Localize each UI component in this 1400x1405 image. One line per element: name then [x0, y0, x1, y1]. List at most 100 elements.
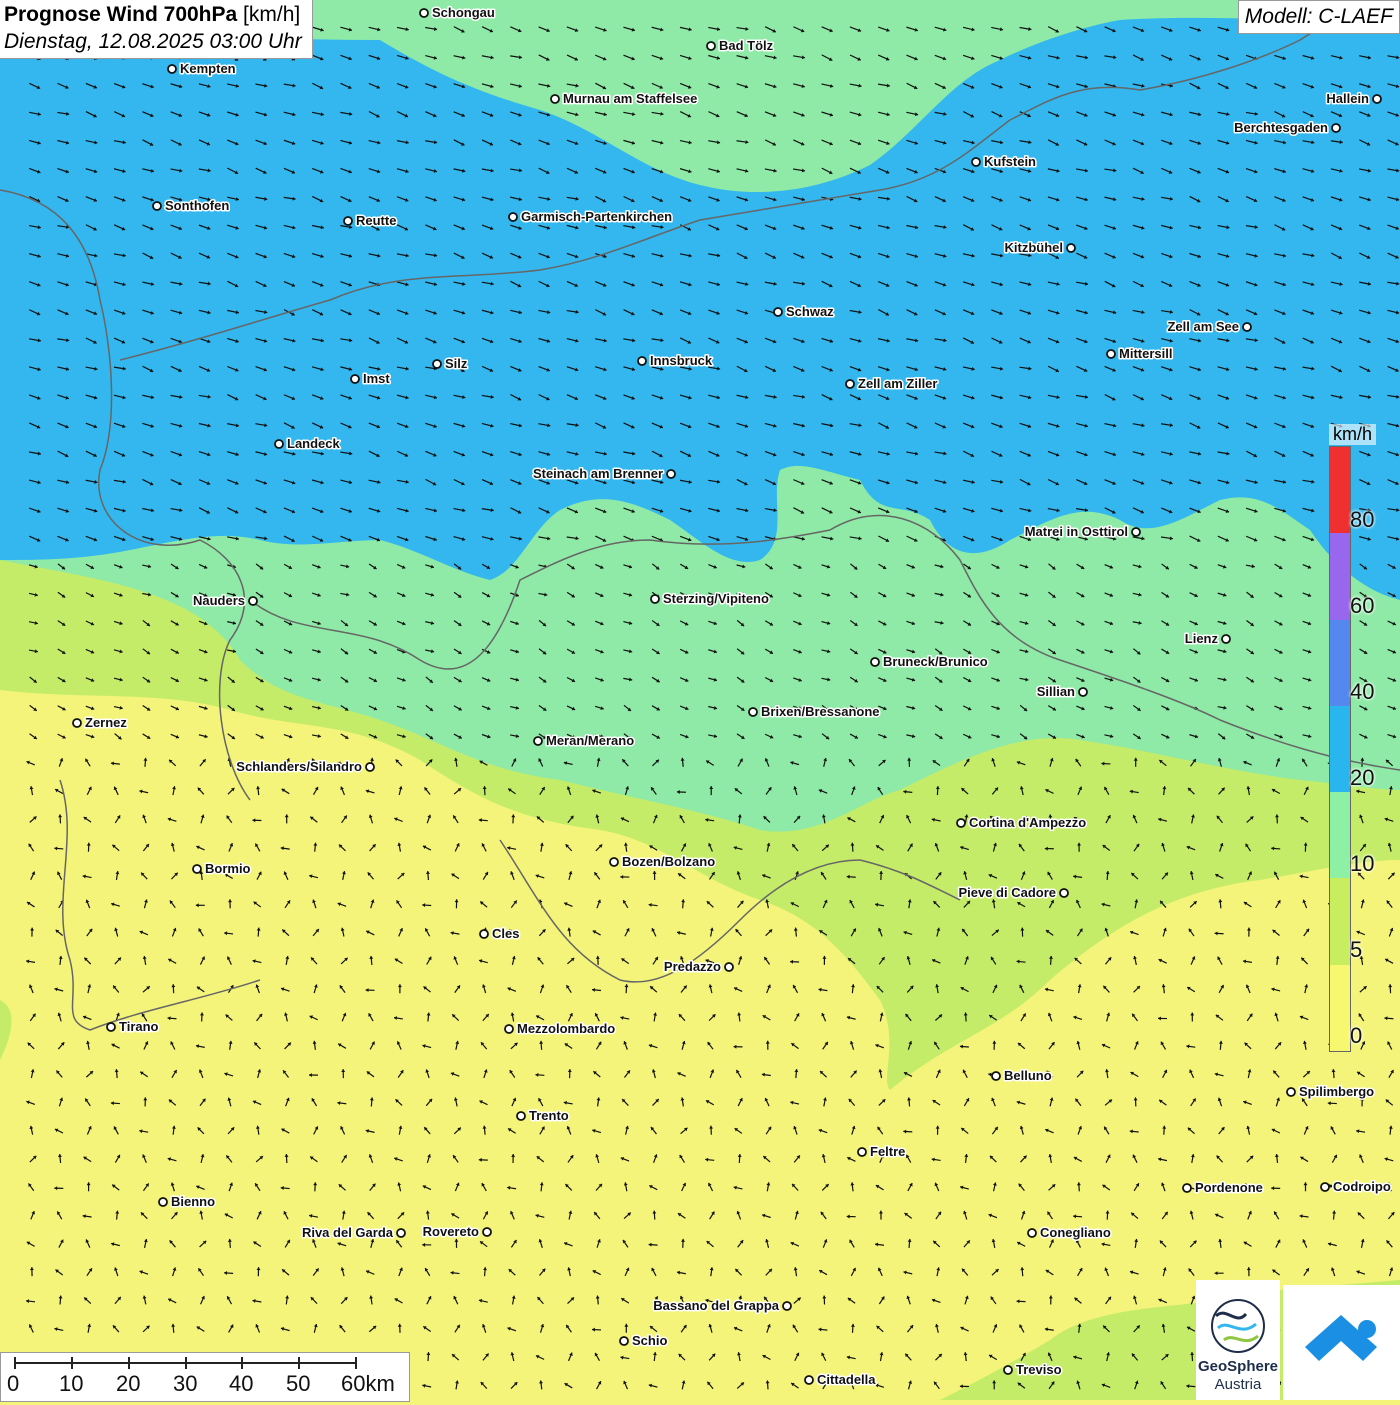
geosphere-logo[interactable]: GeoSphere Austria — [1196, 1280, 1280, 1400]
city-label: Cles — [492, 926, 519, 941]
scale-label-50: 50 — [286, 1371, 310, 1397]
city-marker — [1107, 350, 1115, 358]
city-marker — [1028, 1229, 1036, 1237]
city-label: Lienz — [1185, 631, 1219, 646]
color-legend — [1329, 446, 1351, 1052]
forecast-datetime: Dienstag, 12.08.2025 03:00 Uhr — [4, 30, 302, 54]
city-label: Garmisch-Partenkirchen — [521, 209, 672, 224]
city-marker — [846, 380, 854, 388]
city-berchtesgaden[interactable]: Berchtesgaden — [1234, 120, 1340, 135]
city-marker — [805, 1376, 813, 1384]
city-marker — [433, 360, 441, 368]
city-marker — [517, 1112, 525, 1120]
city-conegliano[interactable]: Conegliano — [1028, 1225, 1111, 1240]
city-label: Sillian — [1037, 684, 1075, 699]
city-marker — [638, 357, 646, 365]
legend-label-5: 5 — [1350, 937, 1362, 963]
city-sonthofen[interactable]: Sonthofen — [153, 198, 229, 213]
city-zell-am-ziller[interactable]: Zell am Ziller — [846, 376, 937, 391]
title-box: Prognose Wind 700hPa [km/h] Dienstag, 12… — [0, 0, 313, 59]
city-label: Bad Tölz — [719, 38, 774, 53]
city-brixen-bressanone[interactable]: Brixen/Bressanone — [749, 704, 880, 719]
city-label: Predazzo — [664, 959, 721, 974]
city-marker — [1243, 323, 1251, 331]
city-label: Mezzolombardo — [517, 1021, 615, 1036]
city-label: Matrei in Osttirol — [1025, 524, 1128, 539]
city-marker — [1287, 1088, 1295, 1096]
city-schlanders-silandro[interactable]: Schlanders/Silandro — [236, 759, 374, 774]
city-innsbruck[interactable]: Innsbruck — [638, 353, 713, 368]
city-marker — [366, 763, 374, 771]
city-steinach-am-brenner[interactable]: Steinach am Brenner — [533, 466, 675, 481]
city-marker — [871, 658, 879, 666]
city-sterzing-vipiteno[interactable]: Sterzing/Vipiteno — [651, 591, 769, 606]
city-label: Kempten — [180, 61, 236, 76]
city-marker — [249, 597, 257, 605]
city-label: Zell am See — [1167, 319, 1239, 334]
city-marker — [420, 9, 428, 17]
city-zell-am-see[interactable]: Zell am See — [1167, 319, 1251, 334]
app-logo[interactable] — [1283, 1285, 1400, 1400]
city-marker — [651, 595, 659, 603]
scale-label-20: 20 — [116, 1371, 140, 1397]
city-marker — [992, 1072, 1000, 1080]
wind-map[interactable]: Schongau Bad Tölz Kempten Murnau am Staffel… — [0, 0, 1400, 1400]
legend-color-step — [1330, 792, 1350, 878]
legend-unit: km/h — [1329, 424, 1376, 445]
city-mezzolombardo[interactable]: Mezzolombardo — [505, 1021, 615, 1036]
scale-label-40: 40 — [229, 1371, 253, 1397]
city-marker — [551, 95, 559, 103]
city-marker — [1321, 1183, 1329, 1191]
city-label: Zernez — [85, 715, 127, 730]
city-label: Bassano del Grappa — [653, 1298, 779, 1313]
city-label: Bozen/Bolzano — [622, 854, 715, 869]
city-marker — [483, 1228, 491, 1236]
city-marker — [783, 1302, 791, 1310]
city-pieve-di-cadore[interactable]: Pieve di Cadore — [958, 885, 1068, 900]
city-label: Bruneck/Brunico — [883, 654, 988, 669]
scale-label-10: 10 — [59, 1371, 83, 1397]
mountain-cloud-icon — [1283, 1285, 1400, 1400]
city-label: Tirano — [119, 1019, 159, 1034]
city-marker — [505, 1025, 513, 1033]
city-meran-merano[interactable]: Meran/Merano — [534, 733, 634, 748]
city-murnau-am-staffelsee[interactable]: Murnau am Staffelsee — [551, 91, 697, 106]
city-label: Bormio — [205, 861, 251, 876]
city-label: Kufstein — [984, 154, 1036, 169]
city-matrei-in-osttirol[interactable]: Matrei in Osttirol — [1025, 524, 1140, 539]
title-main: Prognose Wind 700hPa — [4, 3, 237, 26]
city-marker — [1067, 244, 1075, 252]
city-bozen-bolzano[interactable]: Bozen/Bolzano — [610, 854, 715, 869]
city-pordenone[interactable]: Pordenone — [1183, 1180, 1263, 1195]
city-garmisch-partenkirchen[interactable]: Garmisch-Partenkirchen — [509, 209, 672, 224]
city-riva-del-garda[interactable]: Riva del Garda — [302, 1225, 405, 1240]
city-label: Reutte — [356, 213, 396, 228]
city-spilimbergo[interactable]: Spilimbergo — [1287, 1084, 1374, 1099]
legend-label-40: 40 — [1350, 679, 1374, 705]
city-marker — [509, 213, 517, 221]
city-schongau[interactable]: Schongau — [420, 5, 495, 20]
city-label: Schongau — [432, 5, 495, 20]
legend-color-step — [1330, 533, 1350, 619]
city-bassano-del-grappa[interactable]: Bassano del Grappa — [653, 1298, 791, 1313]
city-marker — [351, 375, 359, 383]
city-bruneck-brunico[interactable]: Bruneck/Brunico — [871, 654, 988, 669]
city-label: Brixen/Bressanone — [761, 704, 880, 719]
city-marker — [480, 930, 488, 938]
city-label: Treviso — [1016, 1362, 1062, 1377]
city-label: Schlanders/Silandro — [236, 759, 362, 774]
city-cortina-d-ampezzo[interactable]: Cortina d'Ampezzo — [957, 815, 1086, 830]
city-marker — [275, 440, 283, 448]
city-label: Murnau am Staffelsee — [563, 91, 697, 106]
legend-color-step — [1330, 878, 1350, 964]
city-label: Kitzbühel — [1005, 240, 1064, 255]
city-label: Schio — [632, 1333, 667, 1348]
city-label: Innsbruck — [650, 353, 713, 368]
city-label: Mittersill — [1119, 346, 1172, 361]
city-label: Meran/Merano — [546, 733, 634, 748]
city-marker — [667, 470, 675, 478]
city-marker — [707, 42, 715, 50]
city-marker — [107, 1023, 115, 1031]
city-marker — [159, 1198, 167, 1206]
city-marker — [1183, 1184, 1191, 1192]
